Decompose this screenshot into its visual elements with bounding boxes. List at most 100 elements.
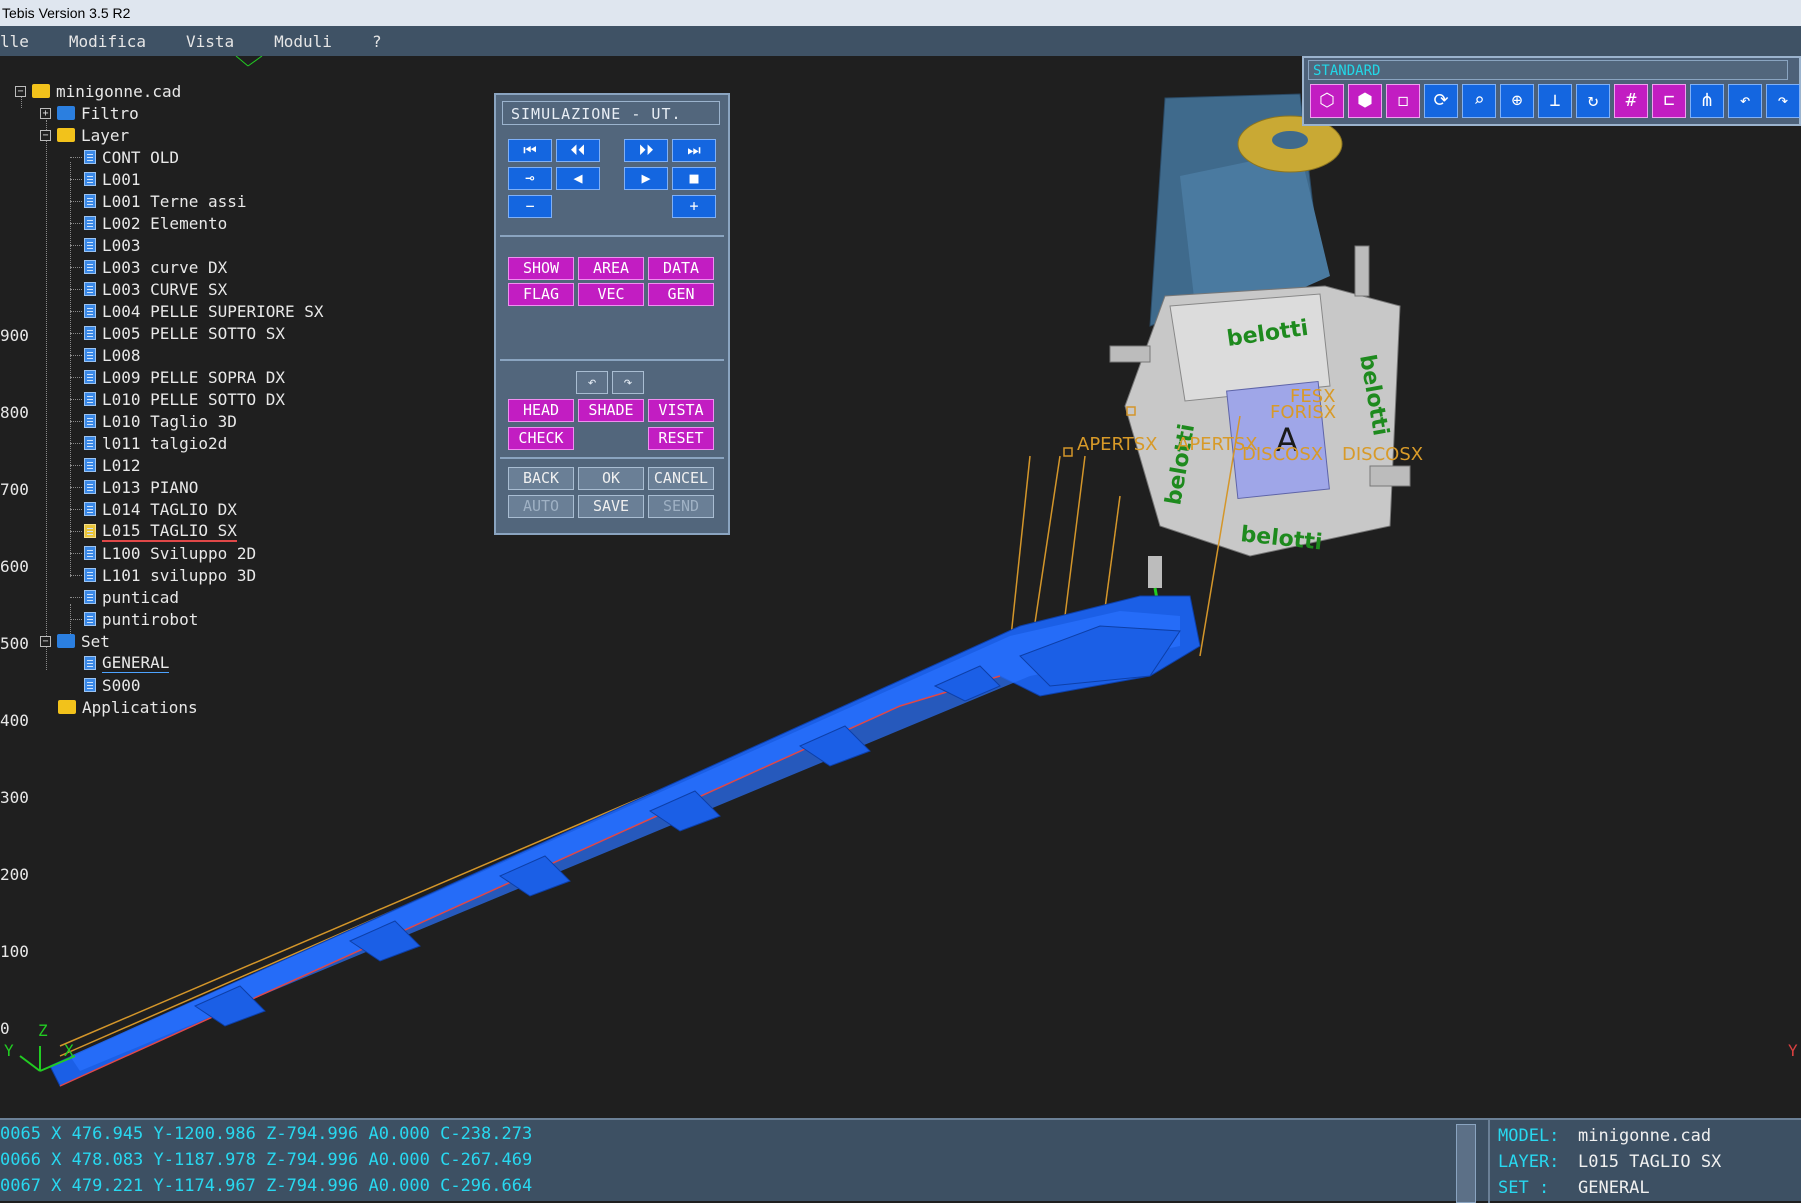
zoom-icon[interactable]: ⌕ bbox=[1462, 84, 1496, 118]
tree-item-set[interactable]: − Set bbox=[40, 630, 110, 652]
tree-item-layer-entry[interactable]: L008 bbox=[84, 344, 141, 366]
tree-item-layer-entry[interactable]: L003 curve DX bbox=[84, 256, 227, 278]
tree-item-set-s000[interactable]: S000 bbox=[84, 674, 141, 696]
tree-item-layer[interactable]: − Layer bbox=[40, 124, 129, 146]
reverse-button[interactable]: ◀ bbox=[556, 167, 600, 190]
tree-item-layer-entry[interactable]: L001 Terne assi bbox=[84, 190, 247, 212]
shade-button[interactable]: SHADE bbox=[578, 399, 644, 422]
menu-file[interactable]: lle bbox=[0, 32, 29, 51]
area-button[interactable]: AREA bbox=[578, 257, 644, 280]
head-button[interactable]: HEAD bbox=[508, 399, 574, 422]
undo-icon[interactable]: ↶ bbox=[1728, 84, 1762, 118]
faster-button[interactable]: + bbox=[672, 195, 716, 218]
tree-item-layer-entry[interactable]: L004 PELLE SUPERIORE SX bbox=[84, 300, 324, 322]
rotate-icon[interactable]: ⟳ bbox=[1424, 84, 1458, 118]
tree-item-layer-entry[interactable]: CONT OLD bbox=[84, 146, 179, 168]
ok-button[interactable]: OK bbox=[578, 467, 644, 490]
tree-item-layer-entry[interactable]: L003 bbox=[84, 234, 141, 256]
tree-item-layer-entry[interactable]: L100 Sviluppo 2D bbox=[84, 542, 256, 564]
step-button[interactable]: ⊸ bbox=[508, 167, 552, 190]
tree-item-layer-entry[interactable]: puntirobot bbox=[84, 608, 198, 630]
folder-icon bbox=[57, 106, 75, 120]
view-iso-icon[interactable]: ⬡ bbox=[1310, 84, 1344, 118]
stop-button[interactable]: ■ bbox=[672, 167, 716, 190]
tree-item-layer-entry[interactable]: L003 CURVE SX bbox=[84, 278, 227, 300]
view-box-icon[interactable]: ◻ bbox=[1386, 84, 1420, 118]
frame-icon[interactable]: ⊏ bbox=[1652, 84, 1686, 118]
menu-modifica[interactable]: Modifica bbox=[69, 32, 146, 51]
document-icon bbox=[84, 238, 96, 252]
axis-tick: 0 bbox=[0, 1019, 10, 1038]
tree-item-layer-entry[interactable]: L014 TAGLIO DX bbox=[84, 498, 237, 520]
save-button[interactable]: SAVE bbox=[578, 495, 644, 518]
gen-button[interactable]: GEN bbox=[648, 283, 714, 306]
3d-viewport[interactable]: A belotti belotti belotti belotti Z Y X … bbox=[0, 56, 1801, 1118]
collapse-icon[interactable]: − bbox=[40, 129, 51, 141]
view-shaded-icon[interactable]: ⬢ bbox=[1348, 84, 1382, 118]
previous-button[interactable]: ⏴⏴ bbox=[556, 139, 600, 162]
document-icon bbox=[84, 194, 96, 208]
flag-button[interactable]: FLAG bbox=[508, 283, 574, 306]
menu-help[interactable]: ? bbox=[372, 32, 382, 51]
collapse-icon[interactable]: − bbox=[40, 635, 51, 647]
document-icon bbox=[84, 150, 96, 164]
tree-item-set-general[interactable]: GENERAL bbox=[84, 652, 170, 674]
folder-icon bbox=[58, 700, 76, 714]
scene-3d: A belotti belotti belotti belotti Z Y X … bbox=[4, 56, 1798, 1087]
reset-button[interactable]: RESET bbox=[648, 427, 714, 450]
play-button[interactable]: ▶ bbox=[624, 167, 668, 190]
vec-button[interactable]: VEC bbox=[578, 283, 644, 306]
show-button[interactable]: SHOW bbox=[508, 257, 574, 280]
last-button[interactable]: ⏭ bbox=[672, 139, 716, 162]
tree-item-layer-entry[interactable]: L101 sviluppo 3D bbox=[84, 564, 256, 586]
document-icon bbox=[84, 304, 96, 318]
menu-vista[interactable]: Vista bbox=[186, 32, 234, 51]
tree-item-layer-entry[interactable]: punticad bbox=[84, 586, 179, 608]
svg-text:X: X bbox=[64, 1041, 74, 1060]
tree-item-layer-entry[interactable]: L010 PELLE SOTTO DX bbox=[84, 388, 285, 410]
data-button[interactable]: DATA bbox=[648, 257, 714, 280]
tree-item-layer-entry[interactable]: L012 bbox=[84, 454, 141, 476]
tree-item-layer-entry[interactable]: L002 Elemento bbox=[84, 212, 227, 234]
tree-item-filtro[interactable]: + Filtro bbox=[40, 102, 139, 124]
document-icon bbox=[84, 656, 96, 670]
rotate-left-icon[interactable]: ↶ bbox=[576, 371, 608, 394]
tree-item-layer-entry[interactable]: l011 talgio2d bbox=[84, 432, 227, 454]
grid-icon[interactable]: # bbox=[1614, 84, 1648, 118]
tree-item-layer-entry[interactable]: L010 Taglio 3D bbox=[84, 410, 237, 432]
next-button[interactable]: ⏵⏵ bbox=[624, 139, 668, 162]
axes-icon[interactable]: ⟂ bbox=[1538, 84, 1572, 118]
tree-item-layer-entry[interactable]: L001 bbox=[84, 168, 141, 190]
tree-item-applications[interactable]: Applications bbox=[58, 696, 198, 718]
check-button[interactable]: CHECK bbox=[508, 427, 574, 450]
toolbar-title: STANDARD bbox=[1308, 60, 1788, 80]
tree-root[interactable]: − minigonne.cad bbox=[15, 80, 181, 102]
tree-item-layer-entry[interactable]: L015 TAGLIO SX bbox=[84, 520, 237, 542]
cancel-button[interactable]: CANCEL bbox=[648, 467, 714, 490]
axis-tick: 400 bbox=[0, 711, 29, 730]
menu-moduli[interactable]: Moduli bbox=[274, 32, 332, 51]
refresh-icon[interactable]: ↻ bbox=[1576, 84, 1610, 118]
pan-icon[interactable]: ⊕ bbox=[1500, 84, 1534, 118]
document-icon bbox=[84, 348, 96, 362]
tripod-icon[interactable]: ⋔ bbox=[1690, 84, 1724, 118]
back-button[interactable]: BACK bbox=[508, 467, 574, 490]
model-label: MODEL: bbox=[1498, 1126, 1560, 1146]
rotate-right-icon[interactable]: ↷ bbox=[612, 371, 644, 394]
tree-item-layer-entry[interactable]: L009 PELLE SOPRA DX bbox=[84, 366, 285, 388]
document-icon bbox=[84, 326, 96, 340]
collapse-icon[interactable]: − bbox=[15, 85, 26, 97]
first-button[interactable]: ⏮ bbox=[508, 139, 552, 162]
nc-line: 0066 X 478.083 Y-1187.978 Z-794.996 A0.0… bbox=[0, 1150, 533, 1170]
expand-icon[interactable]: + bbox=[40, 107, 51, 119]
auto-button[interactable]: AUTO bbox=[508, 495, 574, 518]
tree-item-layer-entry[interactable]: L005 PELLE SOTTO SX bbox=[84, 322, 285, 344]
svg-text:Z: Z bbox=[38, 1021, 48, 1040]
scrollbar[interactable] bbox=[1456, 1124, 1476, 1203]
send-button[interactable]: SEND bbox=[648, 495, 714, 518]
vista-button[interactable]: VISTA bbox=[648, 399, 714, 422]
tree-item-layer-entry[interactable]: L013 PIANO bbox=[84, 476, 198, 498]
document-icon bbox=[84, 282, 96, 296]
slower-button[interactable]: − bbox=[508, 195, 552, 218]
redo-icon[interactable]: ↷ bbox=[1766, 84, 1800, 118]
